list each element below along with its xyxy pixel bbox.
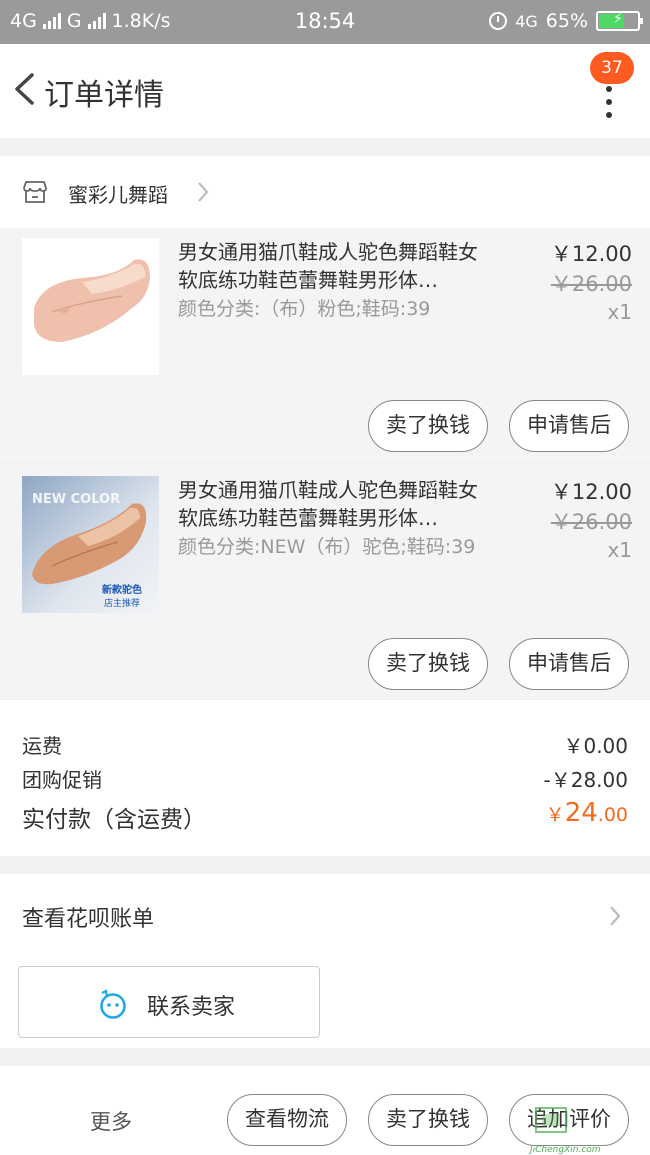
status-bar: 4G G 1.8K/s 18:54 4G 65% ⚡ bbox=[0, 0, 650, 44]
paid-currency: ￥ bbox=[545, 804, 565, 826]
item-spec: 颜色分类:（布）粉色;鞋码:39 bbox=[178, 298, 431, 320]
order-item[interactable]: NEW COLOR 新款驼色 店主推荐 男女通用猫爪鞋成人驼色舞蹈鞋女软底练功鞋… bbox=[0, 466, 650, 698]
battery-percent: 65% bbox=[545, 10, 588, 32]
item-title: 男女通用猫爪鞋成人驼色舞蹈鞋女软底练功鞋芭蕾舞鞋男形体… bbox=[178, 478, 478, 530]
order-summary: 运费 ￥0.00 团购促销 -￥28.00 实付款（含运费） ￥24.00 bbox=[0, 700, 650, 856]
contact-seller-label: 联系卖家 bbox=[147, 995, 236, 1020]
shop-name: 蜜彩儿舞蹈 bbox=[68, 183, 168, 207]
chevron-right-icon bbox=[610, 906, 621, 926]
store-icon bbox=[23, 181, 47, 203]
order-item[interactable]: 男女通用猫爪鞋成人驼色舞蹈鞋女软底练功鞋芭蕾舞鞋男形体… 颜色分类:（布）粉色;… bbox=[0, 228, 650, 460]
paid-decimal: .00 bbox=[597, 804, 628, 826]
alarm-icon bbox=[489, 12, 508, 30]
image-caption-main: 新款驼色 bbox=[102, 583, 142, 596]
promo-label: 团购促销 bbox=[22, 768, 102, 792]
after-sale-button[interactable]: 申请售后 bbox=[509, 638, 629, 690]
promo-row: 团购促销 -￥28.00 bbox=[22, 764, 628, 793]
item-spec: 颜色分类:NEW（布）驼色;鞋码:39 bbox=[178, 536, 476, 558]
item-price: ￥12.00 bbox=[550, 242, 632, 266]
item-price: ￥12.00 bbox=[550, 480, 632, 504]
watermark-logo-icon bbox=[535, 1107, 567, 1133]
image-caption-sub: 店主推荐 bbox=[104, 597, 140, 609]
charging-icon: ⚡ bbox=[613, 11, 623, 27]
product-image: NEW COLOR 新款驼色 店主推荐 bbox=[22, 476, 159, 613]
network-label-3: 4G bbox=[515, 11, 538, 31]
paid-integer: 24 bbox=[564, 798, 598, 828]
sell-button[interactable]: 卖了换钱 bbox=[368, 400, 488, 452]
status-right: 4G 65% ⚡ bbox=[489, 10, 643, 32]
watermark: JiChengXin.com bbox=[530, 1106, 650, 1155]
item-title: 男女通用猫爪鞋成人驼色舞蹈鞋女软底练功鞋芭蕾舞鞋男形体… bbox=[178, 240, 478, 292]
nav-bar: 订单详情 37 bbox=[0, 44, 650, 138]
item-quantity: x1 bbox=[607, 538, 632, 562]
message-badge: 37 bbox=[590, 52, 634, 84]
image-caption-top: NEW COLOR bbox=[32, 492, 120, 507]
paid-amount: ￥24.00 bbox=[546, 798, 628, 828]
contact-seller-button[interactable]: 联系卖家 bbox=[18, 966, 320, 1038]
watermark-text: JiChengXin.com bbox=[530, 1145, 601, 1155]
huabei-bill-row[interactable]: 查看花呗账单 bbox=[0, 874, 650, 958]
item-original-price: ￥26.00 bbox=[550, 272, 632, 296]
paid-row: 实付款（含运费） ￥24.00 bbox=[22, 798, 628, 834]
back-arrow-icon[interactable] bbox=[12, 72, 36, 106]
shop-row[interactable]: 蜜彩儿舞蹈 bbox=[0, 156, 650, 228]
battery-icon: ⚡ bbox=[596, 11, 643, 31]
product-image bbox=[22, 238, 159, 375]
contact-section: 联系卖家 bbox=[0, 958, 650, 1048]
item-original-price: ￥26.00 bbox=[550, 510, 632, 534]
shipping-label: 运费 bbox=[22, 734, 62, 758]
sell-button[interactable]: 卖了换钱 bbox=[368, 1094, 488, 1146]
paid-label: 实付款（含运费） bbox=[22, 807, 206, 833]
chat-bot-icon bbox=[100, 989, 126, 1019]
more-menu-icon[interactable] bbox=[606, 86, 614, 126]
shipping-row: 运费 ￥0.00 bbox=[22, 730, 628, 759]
more-button[interactable]: 更多 bbox=[90, 1106, 132, 1136]
promo-value: -￥28.00 bbox=[543, 768, 628, 792]
shipping-value: ￥0.00 bbox=[563, 734, 628, 758]
after-sale-button[interactable]: 申请售后 bbox=[509, 400, 629, 452]
item-quantity: x1 bbox=[607, 300, 632, 324]
page-title: 订单详情 bbox=[44, 78, 164, 113]
view-logistics-button[interactable]: 查看物流 bbox=[227, 1094, 347, 1146]
sell-button[interactable]: 卖了换钱 bbox=[368, 638, 488, 690]
huabei-label: 查看花呗账单 bbox=[22, 907, 155, 932]
chevron-right-icon bbox=[198, 182, 209, 202]
